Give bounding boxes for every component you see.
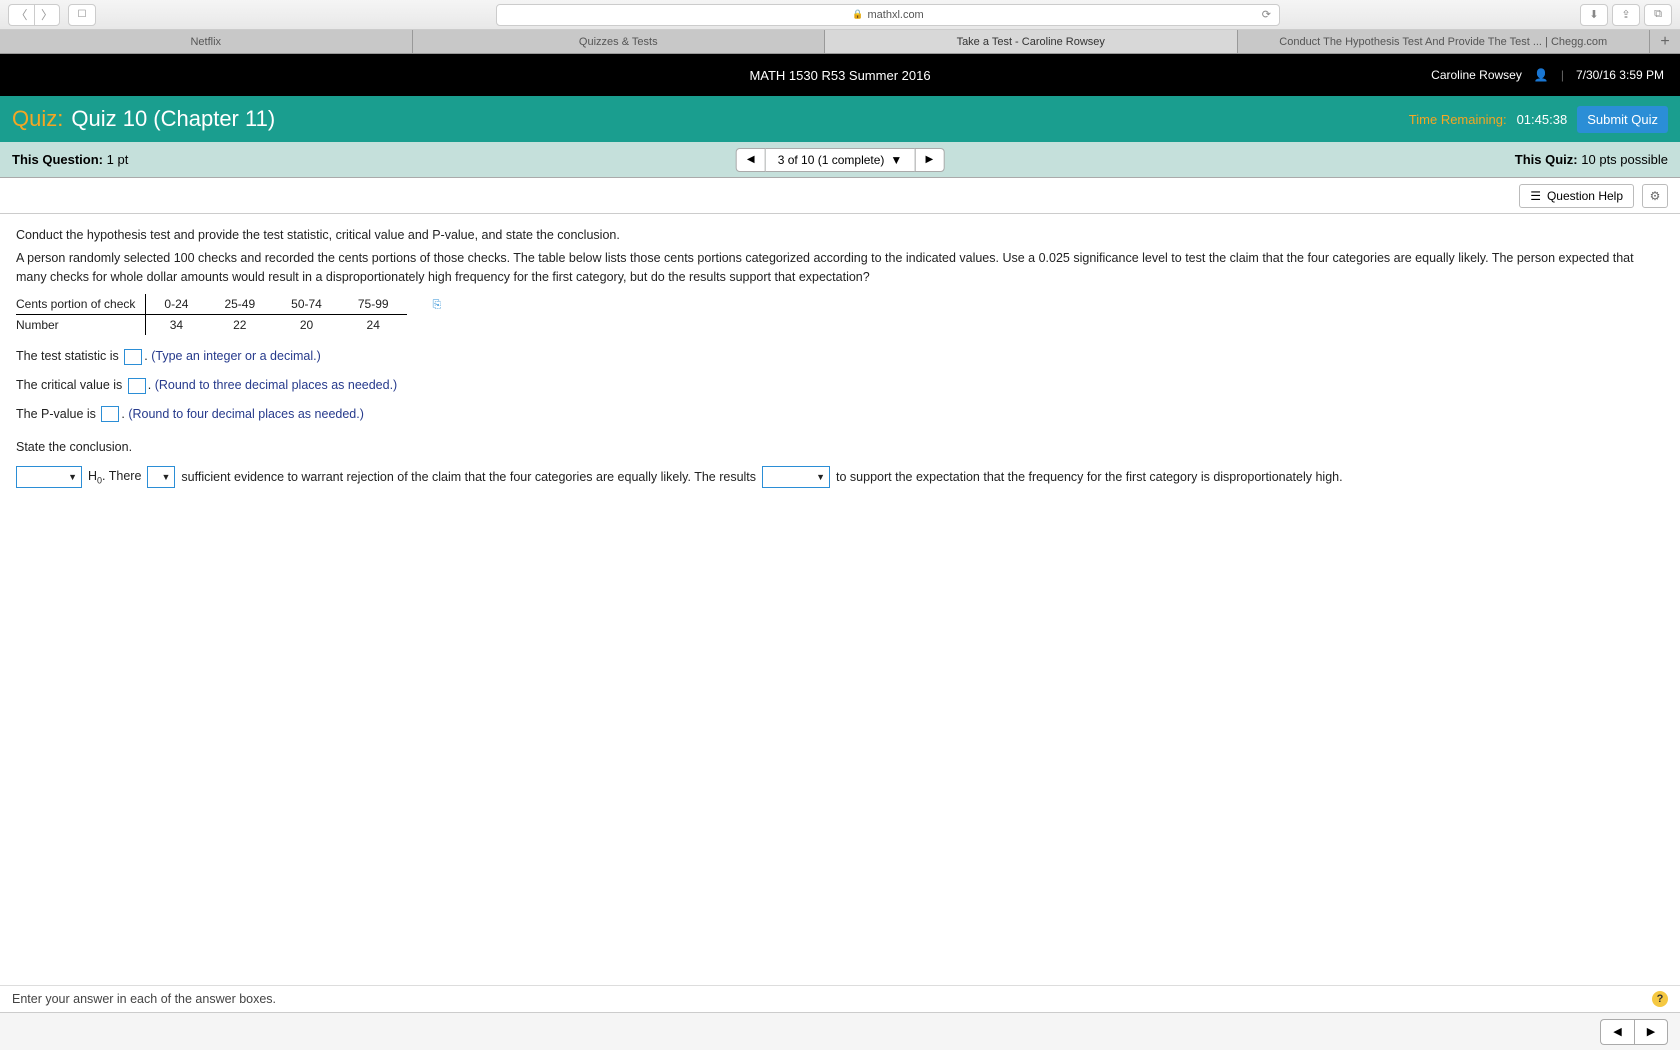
help-bar: ☰ Question Help ⚙ xyxy=(0,178,1680,214)
settings-button[interactable]: ⚙ xyxy=(1642,184,1668,208)
data-table: Cents portion of check 0-24 25-49 50-74 … xyxy=(16,294,459,335)
reload-icon[interactable]: ⟳ xyxy=(1262,8,1271,21)
forward-button[interactable]: 〉 xyxy=(34,4,60,26)
back-button[interactable]: 〈 xyxy=(8,4,34,26)
list-icon: ☰ xyxy=(1530,189,1541,203)
conclusion-dropdown-2[interactable]: ▼ xyxy=(147,466,175,488)
conclusion-label: State the conclusion. xyxy=(16,438,1664,457)
this-quiz-label: This Quiz: xyxy=(1515,152,1578,167)
conclusion-section: State the conclusion. ▼ H0. There ▼ suff… xyxy=(16,438,1664,489)
conclusion-row: ▼ H0. There ▼ sufficient evidence to war… xyxy=(16,466,1664,488)
row-label-1: Number xyxy=(16,315,146,336)
submit-quiz-button[interactable]: Submit Quiz xyxy=(1577,106,1668,133)
tab-chegg[interactable]: Conduct The Hypothesis Test And Provide … xyxy=(1238,30,1651,53)
p-value-input[interactable] xyxy=(101,406,119,422)
hint-3: (Round to four decimal places as needed.… xyxy=(128,407,364,421)
question-help-button[interactable]: ☰ Question Help xyxy=(1519,184,1634,208)
time-remaining-label: Time Remaining: xyxy=(1409,112,1507,127)
user-info: Caroline Rowsey 👤 | 7/30/16 3:59 PM xyxy=(1431,68,1664,82)
question-intro: Conduct the hypothesis test and provide … xyxy=(16,226,1664,245)
toolbar-right: ⬇ ⇪ ⧉ xyxy=(1580,4,1672,26)
help-icon[interactable]: ? xyxy=(1652,991,1668,1007)
course-title: MATH 1530 R53 Summer 2016 xyxy=(749,68,930,83)
browser-toolbar: 〈 〉 ☐ 🔒 mathxl.com ⟳ ⬇ ⇪ ⧉ xyxy=(0,0,1680,30)
col-0: 0-24 xyxy=(146,294,207,315)
row-label-0: Cents portion of check xyxy=(16,294,146,315)
gear-icon: ⚙ xyxy=(1650,189,1661,203)
hint-1: (Type an integer or a decimal.) xyxy=(151,349,321,363)
col-1: 25-49 xyxy=(206,294,273,315)
conclusion-dropdown-1[interactable]: ▼ xyxy=(16,466,82,488)
val-1: 22 xyxy=(206,315,273,336)
time-remaining: 01:45:38 xyxy=(1517,112,1568,127)
dropdown-arrow-icon: ▼ xyxy=(890,153,902,167)
col-2: 50-74 xyxy=(273,294,340,315)
next-question-button[interactable]: ▶ xyxy=(914,148,944,172)
this-question-pts: 1 pt xyxy=(107,152,129,167)
tabs-button[interactable]: ⧉ xyxy=(1644,4,1672,26)
test-statistic-input[interactable] xyxy=(124,349,142,365)
quiz-label: Quiz: xyxy=(12,106,63,132)
downloads-button[interactable]: ⬇ xyxy=(1580,4,1608,26)
question-nav: ◀ 3 of 10 (1 complete) ▼ ▶ xyxy=(736,148,945,172)
critical-value-input[interactable] xyxy=(128,378,146,394)
course-header: MATH 1530 R53 Summer 2016 Caroline Rowse… xyxy=(0,54,1680,96)
prev-question-button[interactable]: ◀ xyxy=(736,148,766,172)
footer-next-button[interactable]: ▶ xyxy=(1634,1019,1668,1045)
val-2: 20 xyxy=(273,315,340,336)
share-button[interactable]: ⇪ xyxy=(1612,4,1640,26)
sidebar-toggle-button[interactable]: ☐ xyxy=(68,4,96,26)
conclusion-dropdown-3[interactable]: ▼ xyxy=(762,466,830,488)
footer-nav: ◀ ▶ xyxy=(0,1012,1680,1050)
separator: | xyxy=(1561,68,1564,82)
lock-icon: 🔒 xyxy=(852,9,863,20)
tab-take-test[interactable]: Take a Test - Caroline Rowsey xyxy=(825,30,1238,53)
new-tab-button[interactable]: + xyxy=(1650,30,1680,53)
col-3: 75-99 xyxy=(340,294,407,315)
footer-prev-button[interactable]: ◀ xyxy=(1600,1019,1634,1045)
test-statistic-line: The test statistic is . (Type an integer… xyxy=(16,347,1664,366)
tab-netflix[interactable]: Netflix xyxy=(0,30,413,53)
p-value-line: The P-value is . (Round to four decimal … xyxy=(16,405,1664,424)
user-icon[interactable]: 👤 xyxy=(1534,68,1549,82)
tab-bar: Netflix Quizzes & Tests Take a Test - Ca… xyxy=(0,30,1680,54)
val-3: 24 xyxy=(340,315,407,336)
this-question-label: This Question: xyxy=(12,152,103,167)
quiz-header: Quiz: Quiz 10 (Chapter 11) Time Remainin… xyxy=(0,96,1680,142)
tab-quizzes[interactable]: Quizzes & Tests xyxy=(413,30,826,53)
question-body: A person randomly selected 100 checks an… xyxy=(16,249,1664,287)
val-0: 34 xyxy=(146,315,207,336)
url-text: mathxl.com xyxy=(867,9,923,21)
critical-value-line: The critical value is . (Round to three … xyxy=(16,376,1664,395)
quiz-title: Quiz 10 (Chapter 11) xyxy=(71,106,275,132)
question-content: Conduct the hypothesis test and provide … xyxy=(0,214,1680,500)
footer-hint: Enter your answer in each of the answer … xyxy=(0,985,1680,1012)
chevron-down-icon: ▼ xyxy=(68,471,77,485)
user-name: Caroline Rowsey xyxy=(1431,68,1522,82)
copy-icon[interactable]: ⎘ xyxy=(433,299,442,311)
this-quiz-pts: 10 pts possible xyxy=(1581,152,1668,167)
url-bar[interactable]: 🔒 mathxl.com ⟳ xyxy=(496,4,1280,26)
question-bar: This Question: 1 pt ◀ 3 of 10 (1 complet… xyxy=(0,142,1680,178)
chevron-down-icon: ▼ xyxy=(816,471,825,485)
question-counter[interactable]: 3 of 10 (1 complete) ▼ xyxy=(766,148,915,172)
datetime: 7/30/16 3:59 PM xyxy=(1576,68,1664,82)
chevron-down-icon: ▼ xyxy=(162,471,171,485)
hint-2: (Round to three decimal places as needed… xyxy=(155,378,398,392)
